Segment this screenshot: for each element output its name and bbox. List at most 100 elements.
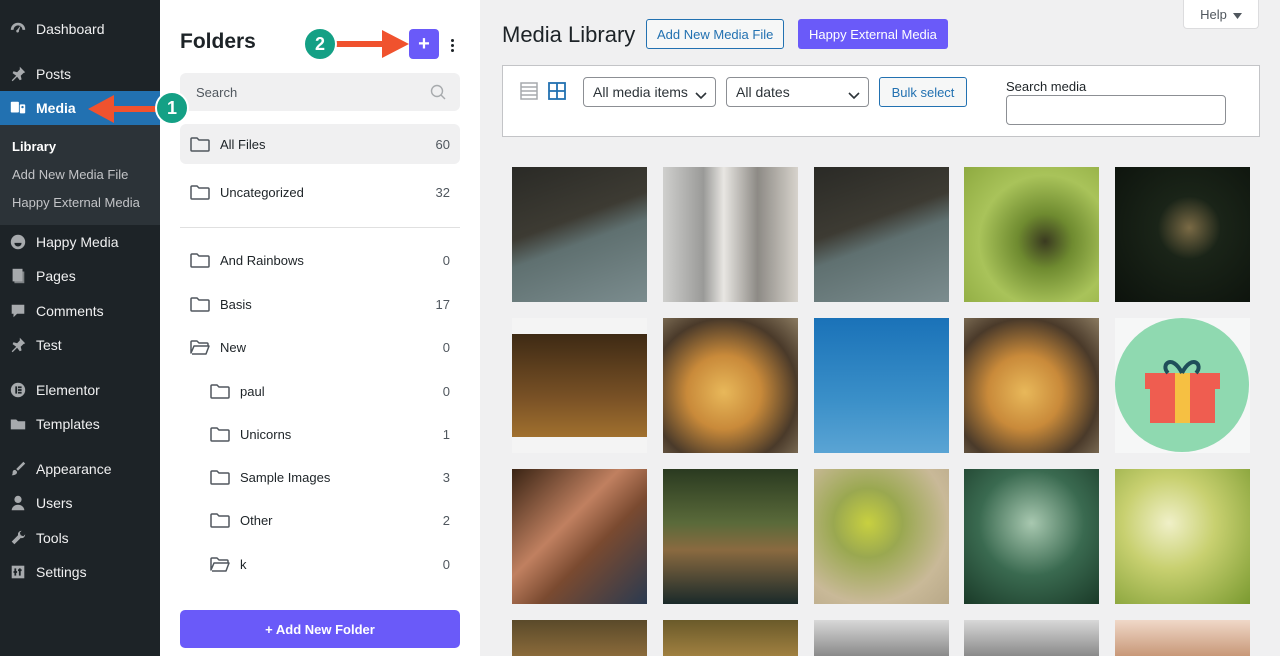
folder-k[interactable]: k 0: [180, 544, 460, 584]
folder-name: Other: [240, 512, 273, 528]
menu-appearance[interactable]: Appearance: [0, 452, 160, 486]
bulk-select-button[interactable]: Bulk select: [879, 77, 967, 107]
folder-icon: [190, 252, 210, 269]
menu-templates[interactable]: Templates: [0, 407, 160, 441]
date-filter[interactable]: All dates: [726, 77, 869, 107]
folder-name: All Files: [220, 136, 266, 152]
caret-down-icon: [1232, 7, 1242, 22]
search-media-input[interactable]: [1006, 95, 1226, 125]
users-icon: [0, 494, 36, 512]
submenu-add-new[interactable]: Add New Media File: [12, 167, 128, 182]
folder-icon: [190, 184, 210, 201]
folder-open-icon: [210, 556, 230, 573]
folder-icon: [190, 136, 210, 153]
media-thumbnail[interactable]: [1115, 469, 1250, 604]
list-view-icon[interactable]: [519, 81, 539, 101]
search-icon: [430, 84, 446, 103]
callout-badge-1: 1: [155, 91, 189, 125]
folder-uncategorized[interactable]: Uncategorized 32: [180, 172, 460, 212]
grid-view-icon[interactable]: [547, 81, 567, 101]
wrench-icon: [0, 529, 36, 547]
more-options-icon[interactable]: [445, 33, 459, 57]
menu-comments[interactable]: Comments: [0, 294, 160, 328]
folder-count: 17: [435, 296, 450, 312]
help-label: Help: [1200, 6, 1227, 22]
folder-unicorns[interactable]: Unicorns 1: [180, 414, 460, 454]
menu-posts[interactable]: Posts: [0, 57, 160, 91]
media-thumbnail[interactable]: [663, 167, 798, 302]
menu-elementor[interactable]: Elementor: [0, 373, 160, 407]
media-thumbnail[interactable]: [512, 167, 647, 302]
menu-label: Users: [36, 495, 73, 511]
menu-happy-media[interactable]: Happy Media: [0, 225, 160, 259]
media-thumbnail[interactable]: [1115, 620, 1250, 656]
menu-label: Dashboard: [36, 21, 105, 37]
callout-arrow-1: [88, 95, 158, 123]
search-media-label: Search media: [1006, 79, 1087, 94]
menu-label: Posts: [36, 66, 72, 82]
media-thumbnail[interactable]: [814, 469, 949, 604]
folder-count: 0: [442, 383, 450, 399]
menu-label: Test: [36, 337, 62, 353]
folder-count: 2: [442, 512, 450, 528]
media-thumbnail[interactable]: [964, 167, 1099, 302]
submenu-happy-external[interactable]: Happy External Media: [12, 195, 140, 210]
gift-icon: [1115, 318, 1249, 452]
select-value: All dates: [736, 84, 790, 100]
folder-icon: [210, 426, 230, 443]
media-thumbnail[interactable]: [512, 469, 647, 604]
folder-count: 3: [442, 469, 450, 485]
media-thumbnail-gift[interactable]: [1115, 318, 1250, 453]
media-type-filter[interactable]: All media items: [583, 77, 716, 107]
callout-arrow-2: [336, 30, 409, 58]
menu-settings[interactable]: Settings: [0, 555, 160, 589]
menu-pages[interactable]: Pages: [0, 259, 160, 293]
media-thumbnail[interactable]: [512, 620, 647, 656]
folder-icon: [190, 296, 210, 313]
media-thumbnail[interactable]: [814, 620, 949, 656]
folder-name: Uncategorized: [220, 184, 304, 200]
chevron-down-icon: [695, 87, 707, 103]
brush-icon: [0, 460, 36, 478]
media-thumbnail[interactable]: [663, 469, 798, 604]
callout-badge-2: 2: [303, 27, 337, 61]
media-thumbnail[interactable]: [814, 318, 949, 453]
media-thumbnail[interactable]: [1115, 167, 1250, 302]
menu-tools[interactable]: Tools: [0, 521, 160, 555]
menu-label: Pages: [36, 268, 76, 284]
folder-divider: [180, 227, 460, 228]
folder-and-rainbows[interactable]: And Rainbows 0: [180, 240, 460, 280]
menu-label: Elementor: [36, 382, 100, 398]
media-thumbnail[interactable]: [814, 167, 949, 302]
folder-name: paul: [240, 383, 265, 399]
submenu-library[interactable]: Library: [12, 139, 56, 154]
folder-count: 0: [442, 252, 450, 268]
folder-sample-images[interactable]: Sample Images 3: [180, 457, 460, 497]
add-new-folder-button[interactable]: + Add New Folder: [180, 610, 460, 648]
help-tab[interactable]: Help: [1183, 0, 1259, 29]
folder-name: Sample Images: [240, 469, 331, 485]
folder-all-files[interactable]: All Files 60: [180, 124, 460, 164]
dashboard-icon: [0, 20, 36, 38]
pin-icon: [0, 65, 36, 83]
folder-new[interactable]: New 0: [180, 327, 460, 367]
media-thumbnail[interactable]: [663, 620, 798, 656]
folder-paul[interactable]: paul 0: [180, 371, 460, 411]
menu-label: Settings: [36, 564, 87, 580]
settings-icon: [0, 563, 36, 581]
add-new-media-button[interactable]: Add New Media File: [646, 19, 785, 49]
menu-users[interactable]: Users: [0, 486, 160, 520]
media-thumbnail[interactable]: [663, 318, 798, 453]
folder-open-icon: [190, 339, 210, 356]
folder-basis[interactable]: Basis 17: [180, 284, 460, 324]
folder-search-input[interactable]: Search: [180, 73, 460, 111]
media-thumbnail[interactable]: [964, 318, 1099, 453]
media-thumbnail[interactable]: [964, 620, 1099, 656]
folder-other[interactable]: Other 2: [180, 500, 460, 540]
happy-external-media-button[interactable]: Happy External Media: [798, 19, 948, 49]
menu-dashboard[interactable]: Dashboard: [0, 12, 160, 46]
add-folder-icon-button[interactable]: +: [409, 29, 439, 59]
media-thumbnail[interactable]: [964, 469, 1099, 604]
menu-test[interactable]: Test: [0, 328, 160, 362]
media-thumbnail[interactable]: [512, 318, 647, 453]
